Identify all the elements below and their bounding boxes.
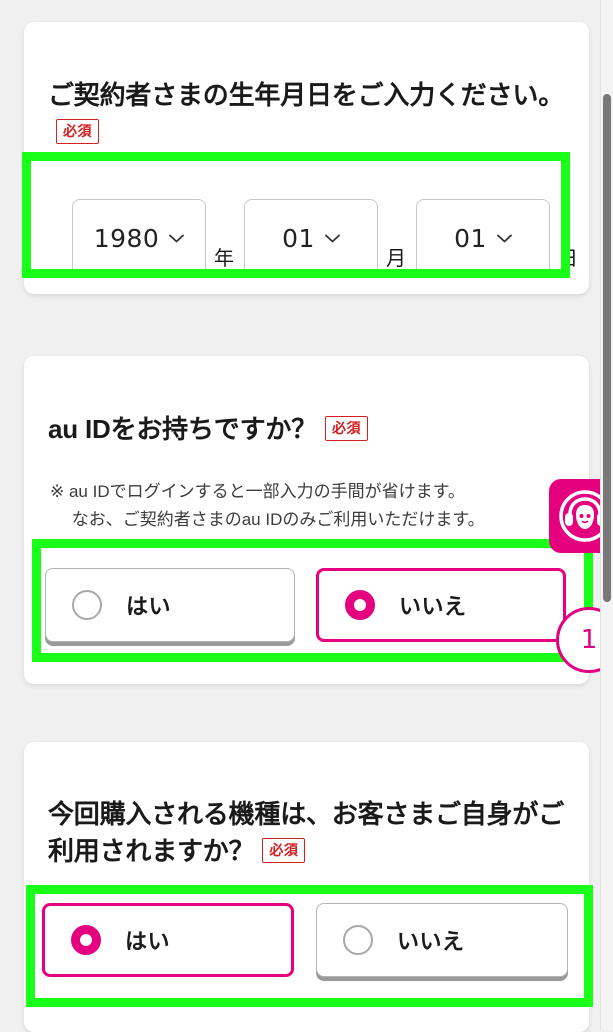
year-select-value: 1980 [93, 224, 160, 253]
radio-unselected-icon [72, 590, 102, 620]
radio-unselected-icon [343, 925, 373, 955]
day-unit-label: 日 [558, 248, 578, 270]
month-select[interactable]: 01 [244, 199, 378, 278]
chevron-down-icon [325, 234, 340, 243]
question-title-auid: au IDをお持ちですか？ 必須 [48, 411, 571, 448]
month-select-wrap: 01 月 [244, 199, 416, 278]
usage-option-no[interactable]: いいえ [316, 903, 568, 977]
question-text: ご契約者さまの生年月日をご入力ください。 [48, 80, 565, 110]
day-select-wrap: 01 日 [416, 199, 588, 278]
scrollbar-thumb[interactable] [603, 94, 611, 602]
usage-option-yes[interactable]: はい [42, 903, 294, 977]
auid-option-yes[interactable]: はい [45, 568, 295, 642]
usage-option-yes-label: はい [125, 929, 171, 954]
required-badge: 必須 [56, 118, 99, 144]
chevron-down-icon [497, 234, 512, 243]
card-birthdate: ご契約者さまの生年月日をご入力ください。必須 1980 年 01 月 01 日 [24, 22, 589, 294]
birthdate-selects-row: 1980 年 01 月 01 日 [72, 199, 588, 278]
year-select[interactable]: 1980 [72, 199, 206, 278]
required-badge: 必須 [324, 416, 368, 441]
auid-option-yes-label: はい [126, 594, 172, 619]
radio-selected-icon [71, 925, 101, 955]
year-select-wrap: 1980 年 [72, 199, 244, 278]
page-root: ご契約者さまの生年月日をご入力ください。必須 1980 年 01 月 01 日 … [0, 0, 613, 1032]
chevron-down-icon [169, 234, 185, 243]
day-select[interactable]: 01 [416, 199, 550, 278]
month-select-value: 01 [282, 224, 315, 253]
auid-option-no-label: いいえ [399, 594, 467, 619]
usage-radio-group: はい いいえ [42, 903, 568, 977]
card-usage: 今回購入される機種は、お客さまご自身がご利用されますか？ 必須 [24, 742, 589, 1032]
scrollbar-track[interactable] [600, 0, 613, 1030]
auid-note: ※ au IDでログインすると一部入力の手間が省けます。 なお、ご契約者さまのa… [50, 482, 485, 529]
question-text: 今回購入される機種は、お客さまご自身がご利用されますか？ [48, 799, 565, 866]
required-badge: 必須 [262, 837, 306, 863]
radio-selected-icon [345, 590, 375, 620]
auid-radio-group: はい いいえ [45, 568, 566, 642]
auid-option-no[interactable]: いいえ [316, 568, 566, 642]
question-title-usage: 今回購入される機種は、お客さまご自身がご利用されますか？ 必須 [48, 796, 571, 870]
question-text: au IDをお持ちですか？ [48, 414, 317, 444]
usage-option-no-label: いいえ [397, 929, 465, 954]
chat-unread-count: 1 [580, 625, 598, 655]
year-unit-label: 年 [214, 248, 234, 270]
month-unit-label: 月 [386, 248, 406, 270]
question-title-birthdate: ご契約者さまの生年月日をご入力ください。必須 [48, 77, 571, 151]
day-select-value: 01 [454, 224, 487, 253]
